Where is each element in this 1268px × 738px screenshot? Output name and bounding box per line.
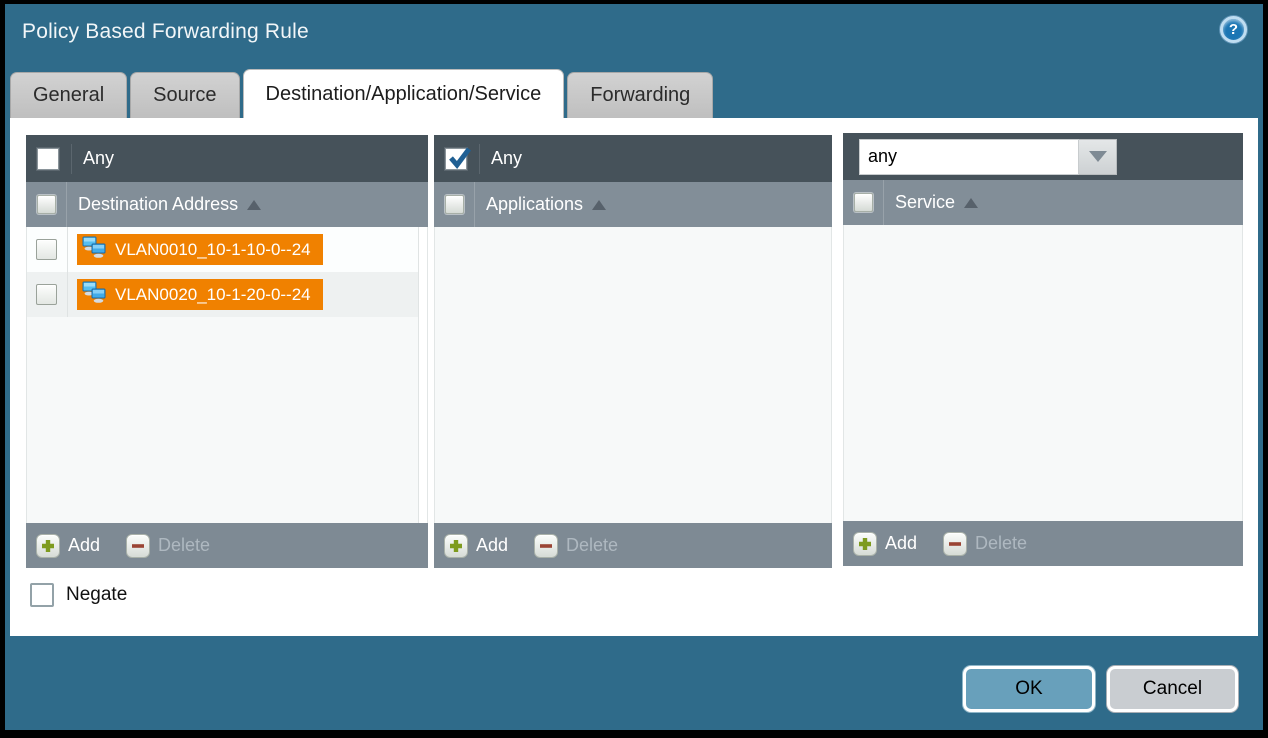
negate-option: Negate xyxy=(30,583,127,607)
row-checkbox[interactable] xyxy=(36,239,57,260)
applications-any-label: Any xyxy=(491,148,522,169)
divider xyxy=(479,144,480,174)
destination-list: VLAN0010_10-1-10-0--24 xyxy=(26,227,428,523)
sort-ascending-icon xyxy=(592,200,606,210)
add-button[interactable]: Add xyxy=(853,532,917,556)
service-dropdown[interactable]: any xyxy=(859,139,1117,175)
applications-toolbar: Add Delete xyxy=(434,523,832,568)
destination-any-label: Any xyxy=(83,148,114,169)
service-toolbar: Add Delete xyxy=(843,521,1243,566)
destination-header-row: Destination Address xyxy=(26,182,428,227)
divider xyxy=(474,182,475,227)
service-column: any Service xyxy=(843,133,1243,566)
service-column-header[interactable]: Service xyxy=(895,192,978,213)
dialog-title: Policy Based Forwarding Rule xyxy=(22,20,309,44)
destination-address-column: Any Destination Address xyxy=(26,135,428,568)
add-button[interactable]: Add xyxy=(36,534,100,558)
tab-general[interactable]: General xyxy=(10,72,127,118)
divider xyxy=(883,180,884,225)
sort-ascending-icon xyxy=(247,200,261,210)
chevron-down-icon xyxy=(1089,151,1107,162)
applications-column-header[interactable]: Applications xyxy=(486,194,606,215)
row-checkbox[interactable] xyxy=(36,284,57,305)
delete-button[interactable]: Delete xyxy=(534,534,618,558)
applications-select-all-checkbox[interactable] xyxy=(445,195,464,214)
destination-any-bar: Any xyxy=(26,135,428,182)
applications-column: Any Applications Add xyxy=(434,135,832,568)
address-object-chip[interactable]: VLAN0010_10-1-10-0--24 xyxy=(77,234,323,265)
service-any-bar: any xyxy=(843,133,1243,180)
cancel-button[interactable]: Cancel xyxy=(1107,666,1238,712)
help-icon[interactable]: ? xyxy=(1220,16,1247,43)
scrollbar[interactable] xyxy=(418,227,427,523)
service-list xyxy=(843,225,1243,521)
add-plus-icon xyxy=(853,532,877,556)
list-item: VLAN0020_10-1-20-0--24 xyxy=(27,272,427,317)
delete-button[interactable]: Delete xyxy=(126,534,210,558)
tab-bar: General Source Destination/Application/S… xyxy=(10,69,716,118)
destination-any-checkbox[interactable] xyxy=(37,148,59,170)
tab-source[interactable]: Source xyxy=(130,72,239,118)
service-dropdown-button[interactable] xyxy=(1079,139,1117,175)
tab-forwarding[interactable]: Forwarding xyxy=(567,72,713,118)
add-button[interactable]: Add xyxy=(444,534,508,558)
sort-ascending-icon xyxy=(964,198,978,208)
network-address-icon xyxy=(82,236,108,264)
ok-button[interactable]: OK xyxy=(963,666,1095,712)
destination-toolbar: Add Delete xyxy=(26,523,428,568)
address-object-label: VLAN0010_10-1-10-0--24 xyxy=(115,240,311,260)
delete-minus-icon xyxy=(126,534,150,558)
pbf-rule-dialog: Policy Based Forwarding Rule ? General S… xyxy=(5,4,1263,730)
list-item: VLAN0010_10-1-10-0--24 xyxy=(27,227,427,272)
tab-destination-application-service[interactable]: Destination/Application/Service xyxy=(243,69,565,118)
service-header-row: Service xyxy=(843,180,1243,225)
destination-column-header[interactable]: Destination Address xyxy=(78,194,261,215)
service-dropdown-value: any xyxy=(859,139,1079,175)
applications-header-row: Applications xyxy=(434,182,832,227)
checkmark-icon xyxy=(447,145,473,171)
add-plus-icon xyxy=(36,534,60,558)
delete-button[interactable]: Delete xyxy=(943,532,1027,556)
applications-any-bar: Any xyxy=(434,135,832,182)
negate-label: Negate xyxy=(66,584,127,606)
negate-checkbox[interactable] xyxy=(30,583,54,607)
address-object-chip[interactable]: VLAN0020_10-1-20-0--24 xyxy=(77,279,323,310)
applications-list xyxy=(434,227,832,523)
divider xyxy=(71,144,72,174)
network-address-icon xyxy=(82,281,108,309)
service-select-all-checkbox[interactable] xyxy=(854,193,873,212)
window-frame: Policy Based Forwarding Rule ? General S… xyxy=(0,0,1268,738)
delete-minus-icon xyxy=(943,532,967,556)
add-plus-icon xyxy=(444,534,468,558)
destination-select-all-checkbox[interactable] xyxy=(37,195,56,214)
divider xyxy=(66,182,67,227)
applications-any-checkbox[interactable] xyxy=(445,148,467,170)
divider xyxy=(67,272,68,317)
address-object-label: VLAN0020_10-1-20-0--24 xyxy=(115,285,311,305)
tab-content-panel: Any Destination Address xyxy=(10,118,1258,636)
delete-minus-icon xyxy=(534,534,558,558)
divider xyxy=(67,227,68,272)
